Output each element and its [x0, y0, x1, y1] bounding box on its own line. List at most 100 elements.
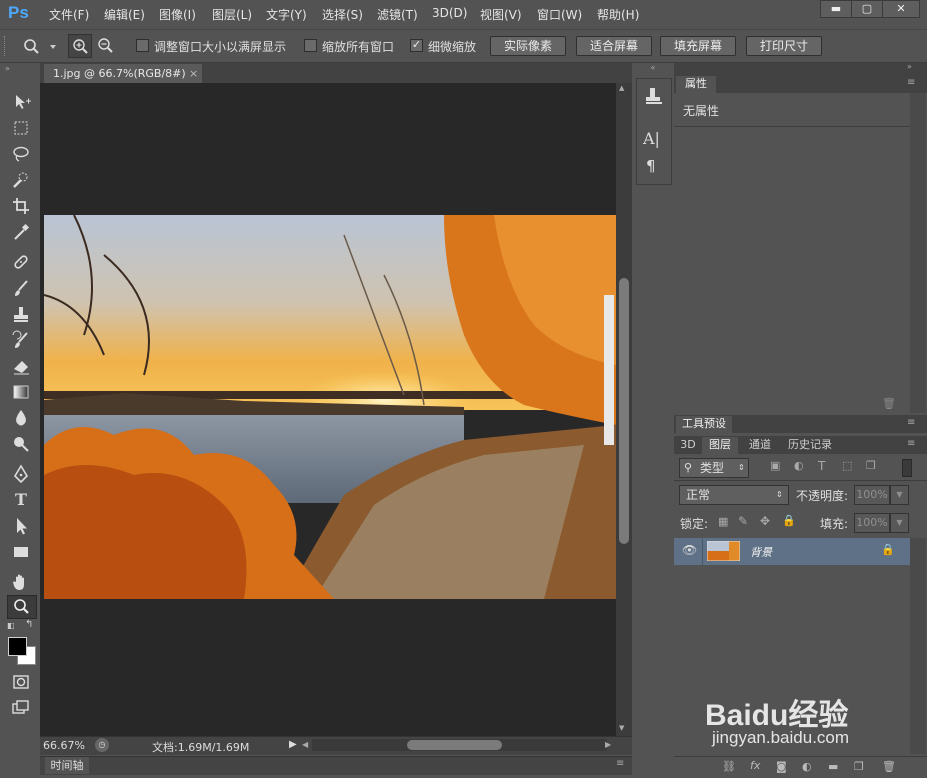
- character-panel-icon[interactable]: A|: [643, 129, 660, 148]
- healing-brush-tool-icon[interactable]: [10, 251, 32, 273]
- filter-adjustment-icon[interactable]: ◐: [794, 459, 804, 472]
- options-grip[interactable]: [4, 36, 7, 56]
- clone-source-icon[interactable]: [643, 85, 665, 107]
- zoom-tool-preset-icon[interactable]: [22, 37, 56, 55]
- document-image[interactable]: [44, 215, 616, 599]
- timeline-tab[interactable]: 时间轴: [45, 757, 89, 774]
- menu-select[interactable]: 选择(S): [322, 6, 363, 23]
- menu-help[interactable]: 帮助(H): [597, 6, 639, 23]
- blend-mode-select[interactable]: 正常 ⇕: [679, 485, 789, 505]
- lasso-tool-icon[interactable]: [10, 143, 32, 165]
- status-info-arrow-icon[interactable]: ▶: [289, 739, 297, 750]
- fill-dropdown-icon[interactable]: ▼: [890, 513, 909, 533]
- add-mask-icon[interactable]: ◙: [776, 760, 787, 773]
- blur-tool-icon[interactable]: [10, 407, 32, 429]
- layer-name[interactable]: 背景: [750, 544, 772, 560]
- new-group-icon[interactable]: ▬: [828, 760, 838, 773]
- zoom-out-icon[interactable]: [94, 34, 116, 56]
- zoom-in-button[interactable]: [68, 34, 92, 58]
- tab-history[interactable]: 历史记录: [780, 437, 840, 453]
- properties-menu-icon[interactable]: ≡: [907, 77, 915, 88]
- opacity-dropdown-icon[interactable]: ▼: [890, 485, 909, 505]
- zoom-tool-active[interactable]: [7, 595, 37, 619]
- scrubby-zoom-checkbox[interactable]: ✓: [410, 39, 423, 52]
- gradient-tool-icon[interactable]: [10, 381, 32, 403]
- scroll-right-arrow-icon[interactable]: ▶: [605, 740, 611, 749]
- vertical-scrollbar-thumb[interactable]: [619, 278, 629, 544]
- adjustment-layer-icon[interactable]: ◐: [802, 760, 812, 773]
- dodge-tool-icon[interactable]: [10, 433, 32, 455]
- status-menu-icon[interactable]: ◷: [95, 738, 109, 752]
- tab-properties[interactable]: 属性: [676, 76, 716, 93]
- filter-toggle-switch[interactable]: [902, 459, 912, 477]
- menu-view[interactable]: 视图(V): [480, 6, 522, 23]
- link-layers-icon[interactable]: ⛓: [722, 760, 736, 773]
- quick-select-tool-icon[interactable]: [10, 169, 32, 191]
- filter-shape-icon[interactable]: ⬚: [842, 459, 852, 472]
- crop-tool-icon[interactable]: [10, 195, 32, 217]
- zoom-level[interactable]: 66.67%: [43, 739, 85, 752]
- minimize-button[interactable]: ▬: [820, 0, 852, 18]
- eraser-tool-icon[interactable]: [10, 355, 32, 377]
- menu-edit[interactable]: 编辑(E): [104, 6, 145, 23]
- fit-screen-button[interactable]: 适合屏幕: [576, 36, 652, 56]
- right-dock-collapse-icon[interactable]: »: [907, 62, 912, 71]
- menu-layer[interactable]: 图层(L): [212, 6, 252, 23]
- history-brush-tool-icon[interactable]: [10, 329, 32, 351]
- new-layer-icon[interactable]: ❐: [854, 760, 864, 773]
- paragraph-panel-icon[interactable]: ¶: [646, 157, 656, 175]
- marquee-tool-icon[interactable]: [10, 117, 32, 139]
- maximize-button[interactable]: ▢: [851, 0, 883, 18]
- rectangle-tool-icon[interactable]: [10, 541, 32, 563]
- path-selection-tool-icon[interactable]: [10, 515, 32, 537]
- delete-layer-icon[interactable]: 🗑: [882, 760, 896, 773]
- layer-row[interactable]: 👁 背景 🔒: [674, 538, 910, 565]
- horizontal-scrollbar-thumb[interactable]: [407, 740, 502, 750]
- filter-smart-object-icon[interactable]: ❐: [866, 459, 876, 472]
- brush-tool-icon[interactable]: [10, 277, 32, 299]
- foreground-color-swatch[interactable]: [8, 637, 27, 656]
- dock-collapse-icon[interactable]: «: [636, 63, 670, 73]
- tab-layers[interactable]: 图层: [702, 437, 738, 454]
- pen-tool-icon[interactable]: [10, 463, 32, 485]
- timeline-menu-icon[interactable]: ≡: [616, 758, 624, 769]
- tool-presets-menu-icon[interactable]: ≡: [907, 417, 915, 428]
- hand-tool-icon[interactable]: [10, 571, 32, 593]
- tab-3d[interactable]: 3D: [676, 437, 700, 453]
- layer-style-fx-icon[interactable]: fx: [750, 759, 760, 772]
- lock-position-icon[interactable]: ✥: [760, 514, 770, 528]
- layer-visibility-eye-icon[interactable]: 👁: [682, 543, 697, 557]
- lock-pixels-icon[interactable]: ✎: [738, 514, 748, 528]
- lock-transparent-icon[interactable]: ▦: [718, 515, 728, 528]
- layers-menu-icon[interactable]: ≡: [907, 438, 915, 449]
- default-colors-icon[interactable]: ◧: [7, 621, 17, 631]
- layer-filter-kind-select[interactable]: ⚲ 类型 ⇕: [679, 458, 749, 478]
- close-window-button[interactable]: ✕: [882, 0, 920, 18]
- swap-colors-icon[interactable]: ↰: [25, 619, 35, 630]
- menu-window[interactable]: 窗口(W): [537, 6, 582, 23]
- type-tool-icon[interactable]: T: [10, 489, 32, 511]
- properties-scrollbar[interactable]: [910, 93, 926, 413]
- clone-stamp-tool-icon[interactable]: [10, 303, 32, 325]
- actual-pixels-button[interactable]: 实际像素: [490, 36, 566, 56]
- screen-mode-icon[interactable]: [10, 697, 32, 719]
- fill-input[interactable]: 100%: [854, 513, 890, 533]
- scroll-down-arrow-icon[interactable]: ▼: [619, 724, 624, 732]
- filter-type-icon[interactable]: T: [818, 459, 825, 473]
- close-document-icon[interactable]: ×: [189, 64, 198, 83]
- move-tool-icon[interactable]: [10, 91, 32, 113]
- menu-type[interactable]: 文字(Y): [266, 6, 307, 23]
- menu-image[interactable]: 图像(I): [159, 6, 196, 23]
- scroll-left-arrow-icon[interactable]: ◀: [302, 740, 308, 749]
- lock-all-icon[interactable]: 🔒: [782, 514, 796, 527]
- filter-pixel-icon[interactable]: ▣: [770, 459, 780, 472]
- fill-screen-button[interactable]: 填充屏幕: [660, 36, 736, 56]
- opacity-input[interactable]: 100%: [854, 485, 890, 505]
- tab-channels[interactable]: 通道: [742, 437, 778, 453]
- tab-tool-presets[interactable]: 工具预设: [676, 416, 732, 433]
- document-tab[interactable]: 1.jpg @ 66.7%(RGB/8#) ×: [44, 64, 202, 83]
- quick-mask-icon[interactable]: [10, 671, 32, 693]
- print-size-button[interactable]: 打印尺寸: [746, 36, 822, 56]
- scroll-up-arrow-icon[interactable]: ▲: [619, 84, 624, 92]
- menu-filter[interactable]: 滤镜(T): [377, 6, 418, 23]
